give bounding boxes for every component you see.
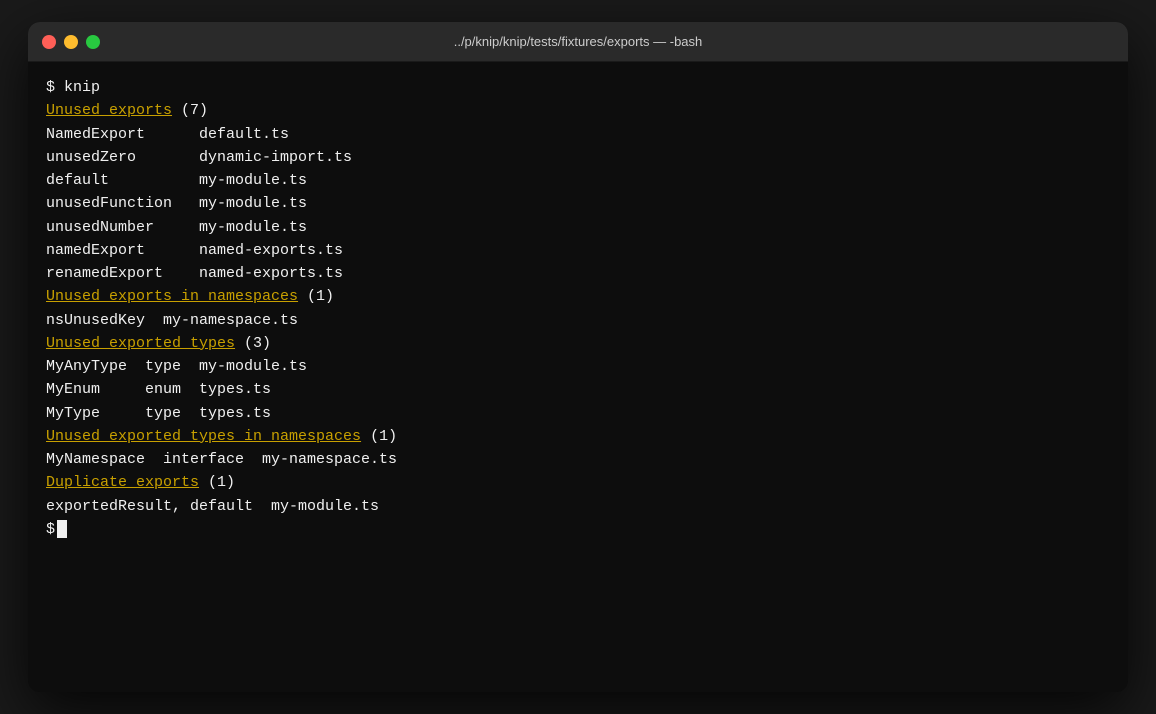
export-row-6: namedExport named-exports.ts xyxy=(46,239,1110,262)
section-header-unused-exports: Unused exports xyxy=(46,102,172,119)
dup-export-row-1: exportedResult, default my-module.ts xyxy=(46,495,1110,518)
type-row-1: MyAnyType type my-module.ts xyxy=(46,355,1110,378)
terminal-body[interactable]: $ knip Unused exports (7) NamedExport de… xyxy=(28,62,1128,692)
section-count-unused-exported-types-ns: (1) xyxy=(361,428,397,445)
ns-type-row-1: MyNamespace interface my-namespace.ts xyxy=(46,448,1110,471)
window-title: ../p/knip/knip/tests/fixtures/exports — … xyxy=(454,34,703,49)
ns-export-row-1: nsUnusedKey my-namespace.ts xyxy=(46,309,1110,332)
section-duplicate-exports: Duplicate exports (1) xyxy=(46,471,1110,494)
cursor xyxy=(57,520,67,538)
section-header-unused-exports-ns: Unused exports in namespaces xyxy=(46,288,298,305)
export-row-3: default my-module.ts xyxy=(46,169,1110,192)
section-unused-exported-types: Unused exported types (3) xyxy=(46,332,1110,355)
export-row-5: unusedNumber my-module.ts xyxy=(46,216,1110,239)
export-row-4: unusedFunction my-module.ts xyxy=(46,192,1110,215)
type-row-3: MyType type types.ts xyxy=(46,402,1110,425)
section-count-duplicate-exports: (1) xyxy=(199,474,235,491)
section-header-unused-exported-types-ns: Unused exported types in namespaces xyxy=(46,428,361,445)
prompt-line: $ xyxy=(46,518,1110,541)
section-count-unused-exports: (7) xyxy=(172,102,208,119)
section-header-duplicate-exports: Duplicate exports xyxy=(46,474,199,491)
section-unused-exports-ns: Unused exports in namespaces (1) xyxy=(46,285,1110,308)
command-line: $ knip xyxy=(46,76,1110,99)
section-header-unused-exported-types: Unused exported types xyxy=(46,335,235,352)
minimize-button[interactable] xyxy=(64,35,78,49)
terminal-content: $ knip Unused exports (7) NamedExport de… xyxy=(46,76,1110,541)
prompt-symbol: $ xyxy=(46,518,55,541)
section-count-unused-exports-ns: (1) xyxy=(298,288,334,305)
titlebar: ../p/knip/knip/tests/fixtures/exports — … xyxy=(28,22,1128,62)
type-row-2: MyEnum enum types.ts xyxy=(46,378,1110,401)
export-row-1: NamedExport default.ts xyxy=(46,123,1110,146)
traffic-lights xyxy=(42,35,100,49)
export-row-2: unusedZero dynamic-import.ts xyxy=(46,146,1110,169)
maximize-button[interactable] xyxy=(86,35,100,49)
section-unused-exported-types-ns: Unused exported types in namespaces (1) xyxy=(46,425,1110,448)
section-count-unused-exported-types: (3) xyxy=(235,335,271,352)
terminal-window: ../p/knip/knip/tests/fixtures/exports — … xyxy=(28,22,1128,692)
close-button[interactable] xyxy=(42,35,56,49)
section-unused-exports: Unused exports (7) xyxy=(46,99,1110,122)
export-row-7: renamedExport named-exports.ts xyxy=(46,262,1110,285)
